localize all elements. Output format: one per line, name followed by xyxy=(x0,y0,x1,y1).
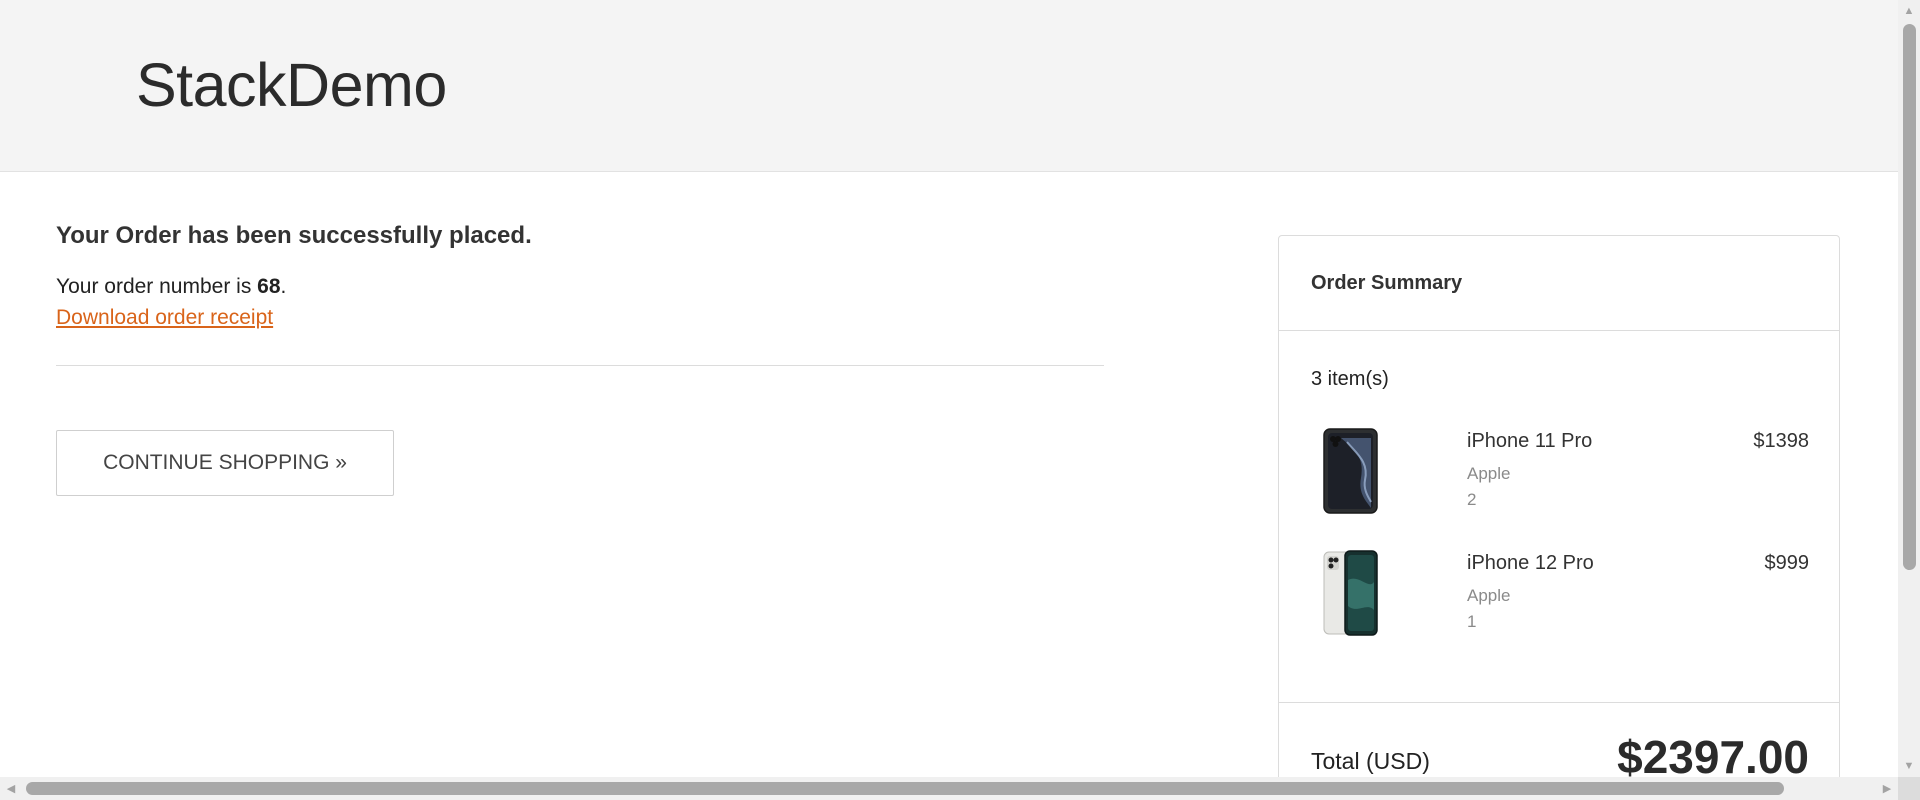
item-price: $999 xyxy=(1764,552,1810,574)
scroll-left-arrow-icon[interactable]: ◀ xyxy=(0,777,22,800)
item-price: $1398 xyxy=(1753,430,1809,452)
item-quantity: 2 xyxy=(1467,490,1477,509)
iphone-12-pro-image xyxy=(1323,550,1378,636)
order-number-prefix: Your order number is xyxy=(56,275,258,298)
order-confirmation-title: Your Order has been successfully placed. xyxy=(56,222,532,249)
site-logo[interactable]: StackDemo xyxy=(136,50,447,120)
summary-item: iPhone 12 Pro Apple 1 $999 xyxy=(1311,550,1809,650)
total-label: Total (USD) xyxy=(1311,748,1430,774)
order-summary-panel: Order Summary 3 item(s) iPhone 11 Pro Ap… xyxy=(1278,235,1840,777)
summary-item: iPhone 11 Pro Apple 2 $1398 xyxy=(1311,428,1809,528)
scroll-right-arrow-icon[interactable]: ▶ xyxy=(1876,777,1898,800)
order-number-line: Your order number is 68. xyxy=(56,275,286,299)
scroll-down-arrow-icon[interactable]: ▼ xyxy=(1898,755,1920,777)
scroll-up-arrow-icon[interactable]: ▲ xyxy=(1898,0,1920,22)
site-header: StackDemo xyxy=(0,0,1898,172)
iphone-11-pro-image xyxy=(1323,428,1378,514)
download-receipt-link[interactable]: Download order receipt xyxy=(56,306,273,330)
content-divider xyxy=(56,365,1104,366)
item-count: 3 item(s) xyxy=(1311,368,1389,390)
scrollbar-corner xyxy=(1898,777,1920,800)
vertical-scrollbar[interactable]: ▲ ▼ xyxy=(1898,0,1920,777)
horizontal-scroll-thumb[interactable] xyxy=(26,782,1784,795)
item-brand: Apple xyxy=(1467,586,1511,605)
order-summary-title: Order Summary xyxy=(1311,272,1463,294)
iphone-11-pro-icon xyxy=(1323,428,1378,514)
page-viewport: StackDemo Your Order has been successful… xyxy=(0,0,1898,777)
vertical-scroll-thumb[interactable] xyxy=(1903,24,1916,570)
continue-shopping-button[interactable]: CONTINUE SHOPPING » xyxy=(56,430,394,496)
total-value: $2397.00 xyxy=(1617,731,1809,777)
iphone-12-pro-icon xyxy=(1323,550,1378,636)
item-name: iPhone 12 Pro xyxy=(1467,552,1594,574)
order-number: 68 xyxy=(257,275,281,298)
item-quantity: 1 xyxy=(1467,612,1477,631)
order-number-suffix: . xyxy=(280,275,287,298)
item-name: iPhone 11 Pro xyxy=(1467,430,1593,452)
order-summary-header: Order Summary xyxy=(1279,236,1839,331)
horizontal-scrollbar[interactable]: ◀ ▶ xyxy=(0,777,1898,800)
item-brand: Apple xyxy=(1467,464,1511,483)
summary-total-divider xyxy=(1279,702,1839,703)
